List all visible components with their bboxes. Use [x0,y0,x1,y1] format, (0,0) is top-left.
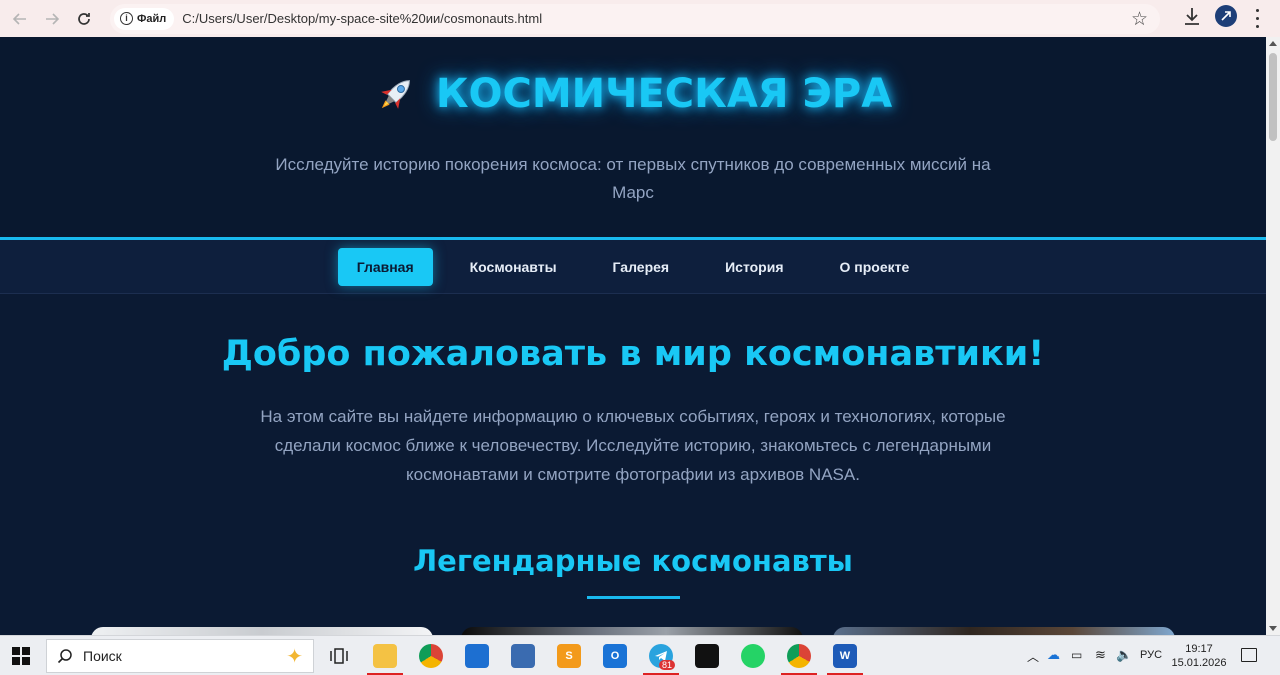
reload-icon[interactable] [68,3,100,35]
browser-toolbar: i Файл C:/Users/User/Desktop/my-space-si… [0,0,1280,37]
outlook-icon[interactable]: O [603,644,627,668]
nav-item-history[interactable]: История [706,248,802,286]
info-icon: i [120,12,133,25]
url-text[interactable]: C:/Users/User/Desktop/my-space-site%20ии… [182,11,542,26]
taskbar-clock[interactable]: 19:17 15.01.2026 [1171,642,1227,670]
nav-item-home[interactable]: Главная [337,247,433,286]
microsoft-store-icon[interactable] [465,644,489,668]
whatsapp-icon[interactable] [741,644,765,668]
forward-arrow-icon[interactable] [36,3,68,35]
windows-taskbar: Поиск ✦ S O 81 W ︿ ☁ ▭ ≋ 🔈 РУС 19:17 15.… [0,635,1280,675]
copilot-sparkle-icon[interactable]: ✦ [286,644,303,669]
word-icon[interactable]: W [833,644,857,668]
site-info-chip[interactable]: i Файл [114,7,175,30]
nav-item-gallery[interactable]: Галерея [594,248,689,286]
bookmark-star-icon[interactable]: ☆ [1131,8,1148,31]
cosmonaut-card[interactable] [833,627,1175,635]
cosmonauts-section-heading: Легендарные космонавты [413,544,853,578]
wifi-icon[interactable]: ≋ [1095,647,1106,663]
back-arrow-icon[interactable] [4,3,36,35]
profile-avatar-icon[interactable] [1215,5,1237,27]
notion-icon[interactable] [695,644,719,668]
welcome-paragraph: На этом сайте вы найдете информацию о кл… [260,407,1006,484]
file-label: Файл [137,12,167,25]
logo-row: КОСМИЧЕСКАЯ ЭРА [0,71,1266,117]
clock-date: 15.01.2026 [1171,657,1227,669]
nav-item-about[interactable]: О проекте [821,248,929,286]
scroll-down-arrow-icon[interactable] [1269,626,1277,631]
browser-menu-icon[interactable] [1251,6,1263,30]
task-view-icon[interactable] [327,644,351,668]
battery-icon[interactable]: ▭ [1071,648,1082,662]
chrome-icon[interactable] [419,644,443,668]
notifications-icon[interactable] [1241,648,1257,662]
file-explorer-icon[interactable] [373,644,397,668]
search-placeholder: Поиск [83,648,122,664]
telegram-badge: 81 [659,660,676,670]
taskbar-search-box[interactable]: Поиск ✦ [46,639,314,673]
site-title: КОСМИЧЕСКАЯ ЭРА [435,71,893,117]
chrome-active-icon[interactable] [787,644,811,668]
site-header: КОСМИЧЕСКАЯ ЭРА Исследуйте историю покор… [0,37,1266,237]
tray-chevron-icon[interactable]: ︿ [1027,648,1039,665]
cosmonaut-card[interactable] [91,627,433,635]
sublime-text-icon[interactable]: S [557,644,581,668]
search-icon [57,649,72,664]
address-bar[interactable]: i Файл C:/Users/User/Desktop/my-space-si… [110,3,1160,34]
language-indicator[interactable]: РУС [1140,649,1162,661]
rocket-icon [380,80,410,109]
welcome-heading: Добро пожаловать в мир космонавтики! [221,334,1045,374]
onedrive-icon[interactable]: ☁ [1047,647,1060,663]
scroll-up-arrow-icon[interactable] [1269,41,1277,46]
section-underline [587,596,680,599]
page-scrollbar[interactable] [1266,37,1280,635]
download-icon[interactable] [1181,5,1203,29]
site-tagline: Исследуйте историю покорения космоса: от… [275,155,991,202]
python-idle-icon[interactable] [511,644,535,668]
main-navigation: Главная Космонавты Галерея История О про… [0,237,1266,294]
clock-time: 19:17 [1185,643,1213,655]
web-page: КОСМИЧЕСКАЯ ЭРА Исследуйте историю покор… [0,37,1266,635]
scrollbar-thumb[interactable] [1269,53,1277,141]
nav-item-cosmonauts[interactable]: Космонавты [451,248,576,286]
cosmonaut-card[interactable] [461,627,803,635]
volume-icon[interactable]: 🔈 [1116,647,1132,663]
windows-start-icon[interactable] [12,647,30,665]
